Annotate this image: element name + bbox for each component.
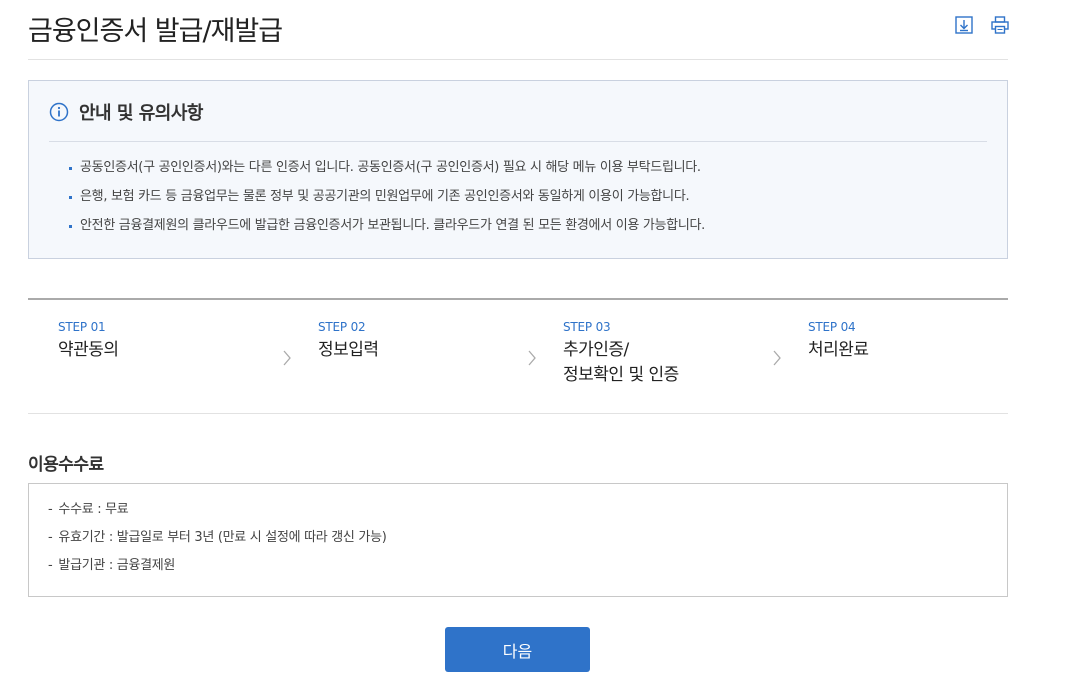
step-1: STEP 01 약관동의 [58,320,119,363]
page-title: 금융인증서 발급/재발급 [28,16,283,47]
title-divider [28,59,1008,60]
step-3: STEP 03 추가인증/ 정보확인 및 인증 [563,320,679,388]
notice-divider [49,141,987,142]
fee-item: - 수수료 : 무료 [48,502,129,517]
notice-item: 공동인증서(구 공인인증서)와는 다른 인증서 입니다. 공동인증서(구 공인인… [67,157,705,186]
chevron-right-icon [528,350,536,366]
step-label: 추가인증/ 정보확인 및 인증 [563,340,679,385]
fee-item: - 발급기관 : 금융결제원 [48,558,176,573]
fee-section-title: 이용수수료 [28,455,104,475]
chevron-right-icon [773,350,781,366]
next-button[interactable]: 다음 [445,627,590,672]
notice-item: 은행, 보험 카드 등 금융업무는 물론 정부 및 공공기관의 민원업무에 기존… [67,186,705,215]
step-4: STEP 04 처리완료 [808,320,869,363]
step-2: STEP 02 정보입력 [318,320,379,363]
print-icon [991,16,1009,34]
fee-info-box: - 수수료 : 무료 - 유효기간 : 발급일로 부터 3년 (만료 시 설정에 따… [28,483,1008,597]
step-progress: STEP 01 약관동의 STEP 02 정보입력 STEP 03 추가인증/ … [28,298,1008,414]
step-label: 처리완료 [808,340,869,360]
notice-header: 안내 및 유의사항 [49,99,203,125]
step-label: 약관동의 [58,340,119,360]
step-number: STEP 02 [318,320,366,334]
download-icon [955,16,973,34]
step-number: STEP 03 [563,320,611,334]
notice-box: 안내 및 유의사항 공동인증서(구 공인인증서)와는 다른 인증서 입니다. 공… [28,80,1008,259]
fee-item-text: 발급기관 : 금융결제원 [58,558,176,573]
download-button[interactable] [953,14,975,36]
notice-item: 안전한 금융결제원의 클라우드에 발급한 금융인증서가 보관됩니다. 클라우드가… [67,215,705,244]
step-number: STEP 04 [808,320,856,334]
notice-title: 안내 및 유의사항 [79,103,203,124]
step-number: STEP 01 [58,320,106,334]
print-button[interactable] [989,14,1011,36]
fee-item-text: 수수료 : 무료 [58,502,129,517]
step-label: 정보입력 [318,340,379,360]
info-icon [49,102,69,122]
fee-list: - 수수료 : 무료 - 유효기간 : 발급일로 부터 3년 (만료 시 설정에 따… [48,499,387,583]
chevron-right-icon [283,350,291,366]
notice-list: 공동인증서(구 공인인증서)와는 다른 인증서 입니다. 공동인증서(구 공인인… [67,157,705,244]
page-toolbar [953,14,1011,36]
fee-item: - 유효기간 : 발급일로 부터 3년 (만료 시 설정에 따라 갱신 가능) [48,530,387,545]
fee-item-text: 유효기간 : 발급일로 부터 3년 (만료 시 설정에 따라 갱신 가능) [58,530,387,545]
